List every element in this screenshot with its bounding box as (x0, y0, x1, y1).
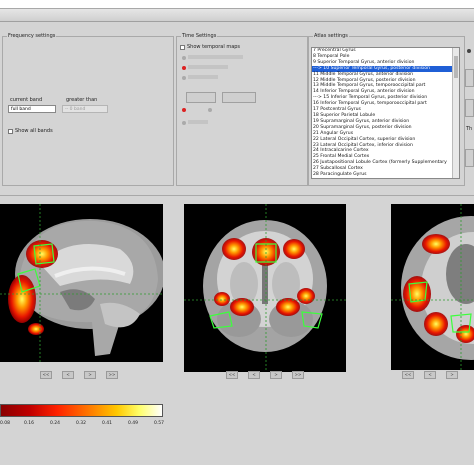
frequency-settings-title: Frequency settings (7, 32, 57, 40)
axial-view[interactable] (391, 204, 474, 370)
time-option-dim-2 (188, 65, 228, 69)
colorbar-tick-3: 0.24 (50, 421, 61, 426)
right-button-3[interactable] (465, 149, 474, 167)
sagittal-prev-button[interactable]: < (62, 371, 74, 379)
sagittal-first-button[interactable]: << (40, 371, 52, 379)
show-temporal-maps-checkbox[interactable] (180, 45, 185, 50)
time-option-dim-3 (188, 75, 218, 79)
coronal-first-button[interactable]: << (226, 371, 238, 379)
sagittal-brain-image (0, 204, 163, 362)
coronal-brain-image (184, 204, 346, 372)
time-option-radio-4[interactable] (182, 108, 186, 112)
coronal-prev-button[interactable]: < (248, 371, 260, 379)
axial-prev-button[interactable]: < (424, 371, 436, 379)
sagittal-view[interactable] (0, 204, 163, 362)
sagittal-next-button[interactable]: > (84, 371, 96, 379)
colorbar-tick-6: 0.49 (128, 421, 139, 426)
axial-first-button[interactable]: << (402, 371, 414, 379)
time-option-radio-2[interactable] (182, 66, 186, 70)
time-button-2[interactable] (222, 92, 256, 103)
colorbar (0, 404, 163, 417)
time-settings-title: Time Settings (181, 32, 218, 40)
show-all-bands-label: Show all bands (15, 128, 53, 134)
right-button-1[interactable] (465, 69, 474, 87)
colorbar-tick-4: 0.32 (76, 421, 87, 426)
time-option-radio-3[interactable] (182, 76, 186, 80)
atlas-scroll-thumb[interactable] (454, 56, 458, 78)
atlas-settings-title: Atlas settings (313, 32, 349, 40)
panel-separator (0, 195, 474, 196)
time-option-dim-1 (188, 55, 243, 59)
time-button-1[interactable] (186, 92, 216, 103)
axial-brain-image (391, 204, 474, 370)
show-temporal-maps-label: Show temporal maps (187, 44, 241, 50)
greater-than-label: greater than (66, 97, 98, 103)
colorbar-tick-5: 0.41 (102, 421, 113, 426)
atlas-list-item[interactable]: 28 Paracingulate Gyrus (312, 172, 459, 178)
time-option-radio-1[interactable] (182, 56, 186, 60)
colorbar-tick-1: 0.08 (0, 421, 11, 426)
right-button-2[interactable] (465, 99, 474, 117)
current-band-label: current band (10, 97, 43, 103)
sagittal-last-button[interactable]: >> (106, 371, 118, 379)
coronal-last-button[interactable]: >> (292, 371, 304, 379)
coronal-view[interactable] (184, 204, 346, 372)
axial-next-button[interactable]: > (446, 371, 458, 379)
show-all-bands-checkbox[interactable] (8, 129, 13, 134)
time-option-dim-4 (188, 120, 208, 124)
coronal-next-button[interactable]: > (270, 371, 282, 379)
app-window: Frequency settings current band greater … (0, 8, 474, 465)
greater-than-select[interactable]: -- 0 band (62, 105, 108, 113)
atlas-region-list[interactable]: 7 Precentral Gyrus 8 Temporal Pole 9 Super… (311, 47, 460, 179)
window-titlebar (0, 9, 474, 22)
colorbar-tick-7: 0.57 (154, 421, 165, 426)
right-radio[interactable] (467, 49, 471, 53)
atlas-list-scrollbar[interactable] (452, 48, 459, 178)
time-option-radio-6[interactable] (182, 121, 186, 125)
time-option-radio-5[interactable] (208, 108, 212, 112)
right-label: Th (466, 126, 473, 132)
colorbar-tick-2: 0.16 (24, 421, 35, 426)
current-band-select[interactable]: full band (8, 105, 56, 113)
